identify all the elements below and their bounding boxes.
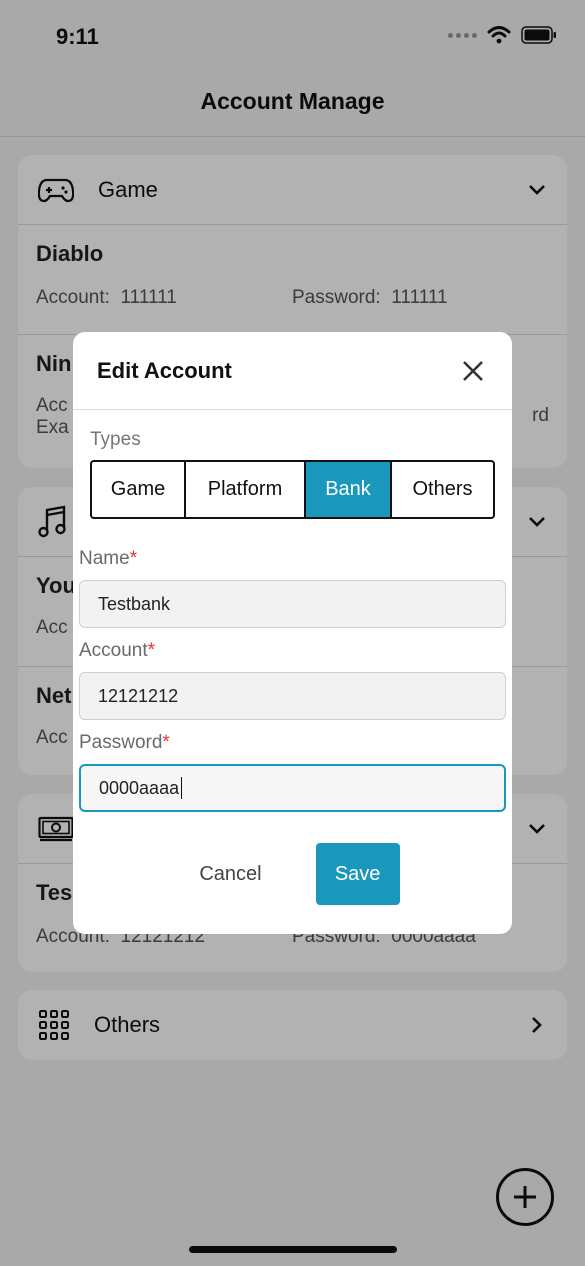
password-label: Password*: [79, 732, 170, 753]
save-button[interactable]: Save: [315, 843, 400, 905]
close-icon: [463, 360, 483, 381]
types-label: Types: [90, 429, 141, 450]
account-input[interactable]: 12121212: [79, 672, 506, 720]
required-mark: *: [162, 732, 170, 753]
required-mark: *: [129, 548, 138, 569]
account-manage-screen: 9:11 Account Manage Game Diablo Account:…: [0, 0, 585, 1266]
account-value: 12121212: [98, 685, 179, 706]
dialog-title: Edit Account: [97, 357, 232, 383]
name-label: Name*: [79, 548, 138, 569]
text-caret: [181, 777, 183, 799]
type-option-platform[interactable]: Platform: [186, 462, 306, 517]
type-option-others[interactable]: Others: [392, 462, 493, 517]
edit-account-dialog: Edit Account Types Game Platform Bank Ot…: [73, 332, 512, 934]
cancel-button[interactable]: Cancel: [185, 843, 275, 905]
type-segmented-control: Game Platform Bank Others: [90, 460, 495, 519]
password-input[interactable]: 0000aaaa: [79, 764, 506, 812]
password-value: 0000aaaa: [99, 777, 180, 798]
required-mark: *: [147, 640, 156, 661]
account-label: Account*: [79, 640, 156, 661]
close-button[interactable]: [458, 356, 488, 386]
type-option-game[interactable]: Game: [92, 462, 186, 517]
dialog-header: Edit Account: [73, 332, 512, 410]
dialog-footer: Cancel Save: [73, 842, 512, 906]
type-option-bank[interactable]: Bank: [306, 462, 392, 517]
name-input[interactable]: Testbank: [79, 580, 506, 628]
name-value: Testbank: [98, 593, 171, 614]
